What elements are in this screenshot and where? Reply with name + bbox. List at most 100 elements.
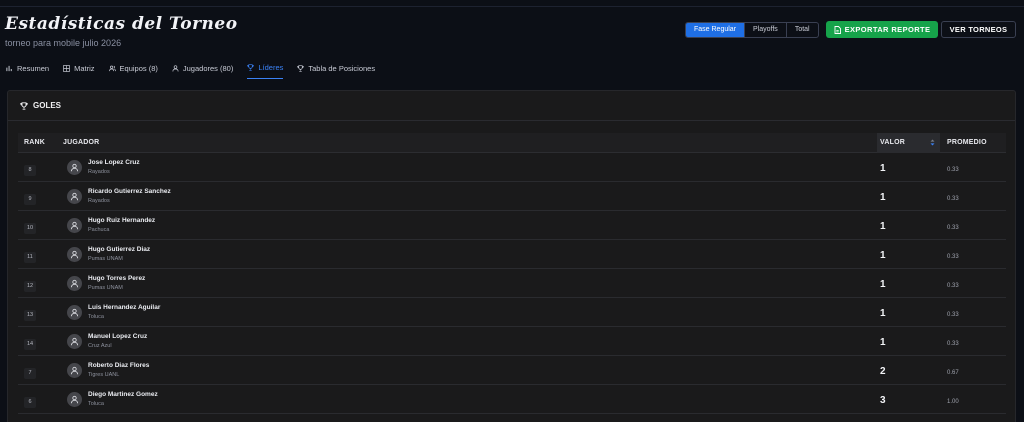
goal-value: 1 xyxy=(880,221,886,232)
player-cell: Hugo Torres Perez Pumas UNAM xyxy=(59,275,877,291)
value-cell: 1 xyxy=(877,274,940,292)
player-cell: Hugo Gutierrez Diaz Pumas UNAM xyxy=(59,246,877,262)
tab-label: Líderes xyxy=(258,63,284,72)
goal-average: 0.33 xyxy=(947,196,959,202)
goal-value: 3 xyxy=(880,395,886,406)
rank-badge: 14 xyxy=(24,339,36,350)
tab-resumen[interactable]: Resumen xyxy=(6,63,49,79)
player-name[interactable]: Hugo Torres Perez xyxy=(88,275,145,282)
goal-value: 1 xyxy=(880,308,886,319)
player-cell: Roberto Diaz Flores Tigres UANL xyxy=(59,362,877,378)
player-cell: Jose Lopez Cruz Rayados xyxy=(59,159,877,175)
rank-badge: 8 xyxy=(24,165,36,176)
user-icon xyxy=(172,64,179,72)
leaders-panel: GOLES RANK JUGADOR VALOR PROMEDIO 8 Jose… xyxy=(7,90,1016,422)
avatar xyxy=(67,333,82,349)
value-cell: 1 xyxy=(877,216,940,234)
table-row[interactable]: 10 Hugo Ruiz Hernandez Pachuca 1 0.33 xyxy=(18,211,1006,240)
table-row[interactable]: 13 Luis Hernandez Aguilar Toluca 1 0.33 xyxy=(18,298,1006,327)
avatar xyxy=(67,275,82,291)
avatar xyxy=(67,304,82,320)
rank-cell: 12 xyxy=(18,274,59,292)
goal-value: 1 xyxy=(880,192,886,203)
player-name[interactable]: Hugo Ruiz Hernandez xyxy=(88,217,155,224)
tab-tabla-posiciones[interactable]: Tabla de Posiciones xyxy=(297,63,375,79)
player-name[interactable]: Hugo Gutierrez Diaz xyxy=(88,246,150,253)
user-icon xyxy=(70,395,79,403)
player-cell: Ricardo Gutierrez Sanchez Rayados xyxy=(59,188,877,204)
goal-average: 0.33 xyxy=(947,283,959,289)
player-team: Tigres UANL xyxy=(88,372,120,378)
value-cell: 1 xyxy=(877,303,940,321)
goal-average: 0.33 xyxy=(947,167,959,173)
rank-cell: 6 xyxy=(18,390,59,408)
player-name[interactable]: Luis Hernandez Aguilar xyxy=(88,304,160,311)
user-icon xyxy=(70,192,79,200)
player-name[interactable]: Diego Martinez Gomez xyxy=(88,391,158,398)
rank-cell: 8 xyxy=(18,158,59,176)
average-cell: 1.00 xyxy=(940,390,1006,408)
player-team: Pumas UNAM xyxy=(88,256,123,262)
table-row[interactable]: 8 Jose Lopez Cruz Rayados 1 0.33 xyxy=(18,153,1006,182)
rank-badge: 9 xyxy=(24,194,36,205)
column-header-player[interactable]: JUGADOR xyxy=(59,139,877,146)
table-row[interactable]: 9 Ricardo Gutierrez Sanchez Rayados 1 0.… xyxy=(18,182,1006,211)
phase-option-total[interactable]: Total xyxy=(787,23,818,37)
player-team: Cruz Azul xyxy=(88,343,112,349)
goal-value: 1 xyxy=(880,279,886,290)
player-name[interactable]: Jose Lopez Cruz xyxy=(88,159,140,166)
average-cell: 0.33 xyxy=(940,158,1006,176)
table-row[interactable]: 6 Diego Martinez Gomez Toluca 3 1.00 xyxy=(18,385,1006,414)
view-tournaments-label: VER TORNEOS xyxy=(949,25,1008,34)
table-body: 8 Jose Lopez Cruz Rayados 1 0.33 9 Ricar… xyxy=(18,153,1006,414)
player-team: Toluca xyxy=(88,401,104,407)
column-header-average[interactable]: PROMEDIO xyxy=(940,139,1006,146)
file-icon xyxy=(834,25,841,34)
average-cell: 0.33 xyxy=(940,303,1006,321)
export-report-button[interactable]: EXPORTAR REPORTE xyxy=(826,21,938,38)
tab-label: Jugadores (80) xyxy=(182,63,234,73)
user-icon xyxy=(70,163,79,171)
player-name[interactable]: Roberto Diaz Flores xyxy=(88,362,149,369)
tab-equipos[interactable]: Equipos (8) xyxy=(108,63,158,79)
rank-badge: 10 xyxy=(24,223,36,234)
goal-value: 1 xyxy=(880,163,886,174)
rank-badge: 7 xyxy=(24,368,36,379)
export-report-label: EXPORTAR REPORTE xyxy=(844,25,931,34)
table-row[interactable]: 11 Hugo Gutierrez Diaz Pumas UNAM 1 0.33 xyxy=(18,240,1006,269)
player-cell: Manuel Lopez Cruz Cruz Azul xyxy=(59,333,877,349)
goal-value: 1 xyxy=(880,337,886,348)
rank-cell: 9 xyxy=(18,187,59,205)
average-cell: 0.33 xyxy=(940,332,1006,350)
tab-matriz[interactable]: Matriz xyxy=(63,63,95,79)
rank-badge: 11 xyxy=(24,252,36,263)
user-icon xyxy=(70,250,79,258)
panel-header: GOLES xyxy=(8,91,1015,121)
table-row[interactable]: 7 Roberto Diaz Flores Tigres UANL 2 0.67 xyxy=(18,356,1006,385)
table-row[interactable]: 14 Manuel Lopez Cruz Cruz Azul 1 0.33 xyxy=(18,327,1006,356)
average-cell: 0.33 xyxy=(940,216,1006,234)
tab-lideres[interactable]: Líderes xyxy=(247,63,284,79)
user-icon xyxy=(70,337,79,345)
column-header-rank[interactable]: RANK xyxy=(18,139,59,146)
player-name[interactable]: Manuel Lopez Cruz xyxy=(88,333,147,340)
value-cell: 2 xyxy=(877,361,940,379)
average-cell: 0.67 xyxy=(940,361,1006,379)
tab-label: Tabla de Posiciones xyxy=(308,63,376,73)
phase-option-playoffs[interactable]: Playoffs xyxy=(745,23,787,37)
rank-badge: 12 xyxy=(24,281,36,292)
tab-jugadores[interactable]: Jugadores (80) xyxy=(172,63,233,79)
page-header: Estadísticas del Torneo torneo para mobi… xyxy=(5,14,238,48)
table-row[interactable]: 12 Hugo Torres Perez Pumas UNAM 1 0.33 xyxy=(18,269,1006,298)
value-cell: 3 xyxy=(877,390,940,408)
avatar xyxy=(67,188,82,204)
avatar xyxy=(67,159,82,175)
value-cell: 1 xyxy=(877,187,940,205)
phase-option-regular[interactable]: Fase Regular xyxy=(686,23,746,37)
column-header-value[interactable]: VALOR xyxy=(877,132,940,153)
player-name[interactable]: Ricardo Gutierrez Sanchez xyxy=(88,188,171,195)
player-team: Rayados xyxy=(88,198,110,204)
page-title: Estadísticas del Torneo xyxy=(5,14,238,34)
view-tournaments-button[interactable]: VER TORNEOS xyxy=(941,21,1016,38)
rank-cell: 14 xyxy=(18,332,59,350)
